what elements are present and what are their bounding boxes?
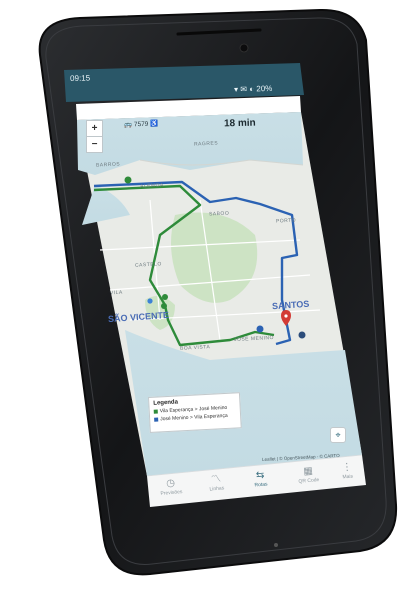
arrow-left-icon: ← — [82, 96, 94, 110]
more-icon: ⋮ — [341, 461, 353, 474]
map-label: VILA — [109, 289, 123, 297]
wheelchair-icon: ♿ — [150, 120, 159, 128]
bus-number: 7579 — [133, 120, 149, 129]
nav-item-previsoes[interactable]: ◷ Previsões — [159, 477, 182, 497]
nav-item-qr-code[interactable]: ▦ QR Code — [297, 465, 319, 485]
map-legend: Legenda Vila Esperança > José Menino Jos… — [148, 392, 242, 433]
locate-button[interactable]: ⌖ — [330, 427, 346, 443]
star-outline-icon: ☆ — [259, 101, 271, 115]
bus-info: 🚌 7579 ♿ — [124, 120, 158, 129]
map-label: SABOO — [208, 210, 230, 218]
favorite-button[interactable]: ☆ — [258, 101, 272, 115]
nav-label: Linhas — [209, 485, 225, 493]
phone-mockup: 09:15 ▾ ✉ ◐ 20% ← 938B ☆ 🚌 7579 ♿ 18 min… — [0, 0, 420, 595]
map-label: PORTO — [275, 217, 297, 225]
bus-icon: 🚌 — [123, 121, 133, 129]
map-label: BARROS — [95, 161, 121, 169]
wifi-icon: ▾ ✉ ◐ — [234, 84, 257, 94]
chart-line-icon: 〽 — [210, 473, 222, 486]
route-icon: ⇆ — [255, 469, 265, 482]
zoom-in-button[interactable]: + — [86, 120, 103, 137]
nav-item-linhas[interactable]: 〽 Linhas — [208, 473, 225, 493]
status-time: 09:15 — [70, 73, 91, 83]
clock-icon: ◷ — [165, 477, 176, 490]
nav-item-rotas[interactable]: ⇆ Rotas — [253, 469, 268, 489]
eta-value: 18 min — [223, 117, 256, 130]
phone-frame-graphic — [38, 8, 398, 576]
nav-label: Mais — [342, 473, 354, 481]
legend-swatch-blue — [154, 417, 159, 422]
back-button[interactable]: ← — [80, 96, 96, 110]
legend-swatch-green — [153, 409, 158, 414]
zoom-out-button[interactable]: − — [86, 136, 103, 153]
nav-label: Rotas — [254, 481, 268, 489]
map-label: RAGRES — [193, 140, 219, 148]
map-label: ALEMOA — [139, 182, 164, 190]
nav-item-mais[interactable]: ⋮ Mais — [341, 461, 354, 481]
legend-item-label: José Menino > Vila Esperança — [160, 412, 228, 423]
crosshair-icon: ⌖ — [335, 429, 341, 440]
qr-code-icon: ▦ — [302, 465, 314, 478]
battery-level: 20% — [256, 83, 273, 94]
status-battery: ▾ ✉ ◐ 20% — [234, 84, 272, 94]
route-title: 938B — [163, 99, 189, 112]
